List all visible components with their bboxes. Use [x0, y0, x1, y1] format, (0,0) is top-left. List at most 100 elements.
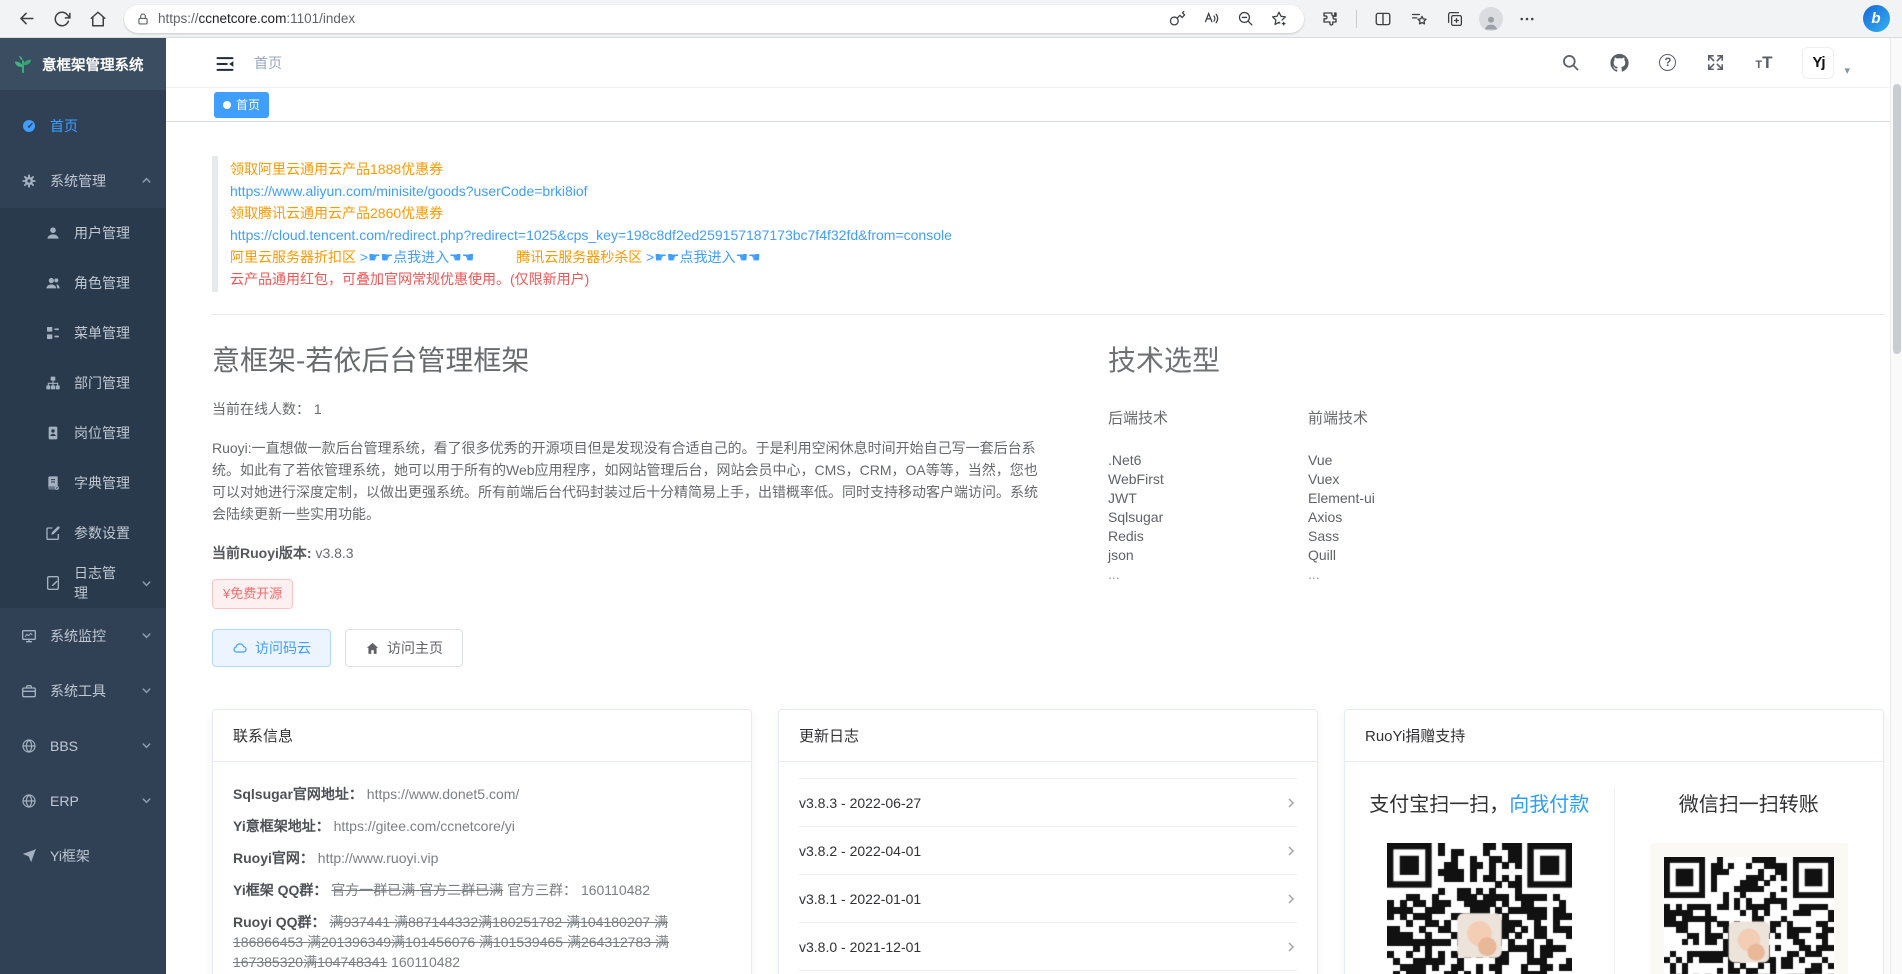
- contact-row: Yi框架 QQ群： 官方一群已满 官方二群已满 官方三群： 160110482: [233, 880, 731, 900]
- changelog-card: 更新日志 v3.8.3 - 2022-06-27 v3.8.2 - 2022-0…: [778, 709, 1318, 974]
- aliyun-link[interactable]: https://www.aliyun.com/minisite/goods?us…: [230, 183, 588, 199]
- changelog-row[interactable]: v3.8.1 - 2022-01-01: [799, 875, 1297, 923]
- chevron-up-icon: [141, 175, 152, 186]
- sidebar-item-yi-framework[interactable]: Yi框架: [0, 828, 166, 883]
- collections-icon[interactable]: [1439, 4, 1471, 34]
- address-bar[interactable]: https://ccnetcore.com:1101/index: [124, 5, 1304, 33]
- contact-info-card: 联系信息 Sqlsugar官网地址： https://www.donet5.co…: [212, 709, 752, 974]
- sidebar-item-system-monitor[interactable]: 系统监控: [0, 608, 166, 663]
- more-icon[interactable]: [1511, 4, 1543, 34]
- contact-value: https://gitee.com/ccnetcore/yi: [334, 818, 515, 834]
- sidebar-item-user-management[interactable]: 用户管理: [0, 208, 166, 258]
- tags-view-bar: 首页: [166, 88, 1902, 122]
- alipay-title: 支付宝扫一扫，向我付款: [1345, 788, 1614, 817]
- contact-row: Ruoyi QQ群： 满937441 满887144332满180251782 …: [233, 912, 731, 972]
- sidebar-item-bbs[interactable]: BBS: [0, 718, 166, 773]
- font-size-icon[interactable]: TT: [1755, 54, 1772, 71]
- favorites-icon[interactable]: [1403, 4, 1435, 34]
- sidebar-item-role-management[interactable]: 角色管理: [0, 258, 166, 308]
- book-icon: [45, 475, 61, 491]
- sidebar-item-label: 参数设置: [74, 523, 130, 543]
- page-scrollbar[interactable]: [1890, 38, 1902, 974]
- sidebar-item-menu-management[interactable]: 菜单管理: [0, 308, 166, 358]
- wechat-title: 微信扫一扫转账: [1615, 788, 1884, 817]
- tech-col-title: 后端技术: [1108, 407, 1308, 428]
- backend-tech-list: 后端技术 .Net6 WebFirst JWT Sqlsugar Redis j…: [1108, 407, 1308, 585]
- gear-icon: [21, 173, 37, 189]
- zoom-out-icon[interactable]: [1232, 7, 1258, 31]
- github-icon[interactable]: [1610, 53, 1629, 72]
- sidebar-item-label: 岗位管理: [74, 423, 130, 443]
- sidebar-item-system-tools[interactable]: 系统工具: [0, 663, 166, 718]
- hamburger-icon[interactable]: [214, 54, 236, 72]
- intro-section: 意框架-若依后台管理框架 当前在线人数： 1 Ruoyi:一直想做一款后台管理系…: [212, 339, 1050, 667]
- notice-line: https://cloud.tencent.com/redirect.php?r…: [230, 224, 1884, 246]
- fullscreen-icon[interactable]: [1706, 53, 1725, 72]
- sidebar-item-dept-management[interactable]: 部门管理: [0, 358, 166, 408]
- sidebar-item-post-management[interactable]: 岗位管理: [0, 408, 166, 458]
- sidebar-item-label: 角色管理: [74, 273, 130, 293]
- alipay-qr-code: [1387, 843, 1572, 974]
- enter-link[interactable]: >☛☛点我进入☚☚: [646, 249, 760, 265]
- refresh-icon[interactable]: [46, 4, 78, 34]
- changelog-row[interactable]: v3.8.2 - 2022-04-01: [799, 827, 1297, 875]
- help-icon[interactable]: ?: [1659, 54, 1676, 71]
- split-screen-icon[interactable]: [1367, 4, 1399, 34]
- sidebar-item-dict-management[interactable]: 字典管理: [0, 458, 166, 508]
- sidebar-item-system-management[interactable]: 系统管理: [0, 153, 166, 208]
- alipay-text: 支付宝扫一扫，: [1369, 794, 1509, 816]
- notice-line: 云产品通用红包，可叠加官网常规优惠使用。(仅限新用户): [230, 268, 1884, 290]
- sidebar-item-label: 首页: [50, 116, 78, 136]
- extensions-icon[interactable]: [1314, 4, 1346, 34]
- log-icon: [45, 575, 61, 591]
- tech-item: JWT: [1108, 490, 1308, 506]
- frontend-tech-list: 前端技术 Vue Vuex Element-ui Axios Sass Quil…: [1308, 407, 1508, 585]
- profile-icon[interactable]: [1475, 4, 1507, 34]
- version-value: v3.8.3: [315, 545, 353, 561]
- home-icon[interactable]: [82, 4, 114, 34]
- back-icon[interactable]: [10, 4, 42, 34]
- contact-value: https://www.donet5.com/: [367, 786, 520, 802]
- key-icon[interactable]: [1164, 7, 1190, 31]
- changelog-row[interactable]: v3.8.3 - 2022-06-27: [799, 779, 1297, 827]
- visit-gitee-button[interactable]: 访问码云: [212, 629, 331, 667]
- chevron-right-icon: [1285, 845, 1297, 857]
- sidebar-item-label: 菜单管理: [74, 323, 130, 343]
- chevron-down-icon[interactable]: ▾: [1844, 64, 1850, 77]
- leaf-logo-icon: [12, 53, 34, 75]
- scrollbar-thumb[interactable]: [1893, 84, 1901, 354]
- tencent-link[interactable]: https://cloud.tencent.com/redirect.php?r…: [230, 227, 952, 243]
- contact-value: 官方三群： 160110482: [507, 882, 650, 898]
- version-line: 当前Ruoyi版本: v3.8.3: [212, 543, 1050, 563]
- browser-toolbar: https://ccnetcore.com:1101/index b: [0, 0, 1902, 38]
- free-open-source-tag: ¥免费开源: [212, 579, 293, 609]
- search-icon[interactable]: [1561, 53, 1580, 72]
- sidebar-item-label: 系统工具: [50, 681, 106, 701]
- tag-home[interactable]: 首页: [214, 92, 269, 118]
- pay-me-link[interactable]: 向我付款: [1509, 794, 1589, 816]
- enter-link[interactable]: >☛☛点我进入☚☚: [360, 249, 474, 265]
- card-header: RuoYi捐赠支持: [1345, 710, 1883, 762]
- breadcrumb[interactable]: 首页: [254, 53, 282, 73]
- sidebar-item-home[interactable]: 首页: [0, 98, 166, 153]
- sidebar-item-log-management[interactable]: 日志管理: [0, 558, 166, 608]
- read-aloud-icon[interactable]: [1198, 7, 1224, 31]
- sidebar-item-erp[interactable]: ERP: [0, 773, 166, 828]
- copilot-icon[interactable]: b: [1860, 4, 1892, 34]
- contact-value: http://www.ruoyi.vip: [318, 850, 439, 866]
- favorite-add-icon[interactable]: [1266, 7, 1292, 31]
- tech-item: WebFirst: [1108, 471, 1308, 487]
- visit-homepage-button[interactable]: 访问主页: [345, 629, 463, 667]
- changelog-row[interactable]: v3.8.0 - 2021-12-01: [799, 923, 1297, 971]
- tech-item: Sass: [1308, 528, 1508, 544]
- chevron-down-icon: [141, 630, 152, 641]
- sidebar-item-label: 用户管理: [74, 223, 130, 243]
- wechat-qr-code: [1664, 857, 1834, 974]
- changelog-label: v3.8.1 - 2022-01-01: [799, 891, 921, 907]
- badge-icon: [45, 425, 61, 441]
- chevron-down-icon: [141, 740, 152, 751]
- promo-text: 领取腾讯云通用云产品2860优惠券: [230, 205, 443, 221]
- intro-paragraph: Ruoyi:一直想做一款后台管理系统，看了很多优秀的开源项目但是发现没有合适自己…: [212, 437, 1050, 525]
- sidebar-item-param-settings[interactable]: 参数设置: [0, 508, 166, 558]
- user-avatar[interactable]: Yj: [1802, 47, 1834, 79]
